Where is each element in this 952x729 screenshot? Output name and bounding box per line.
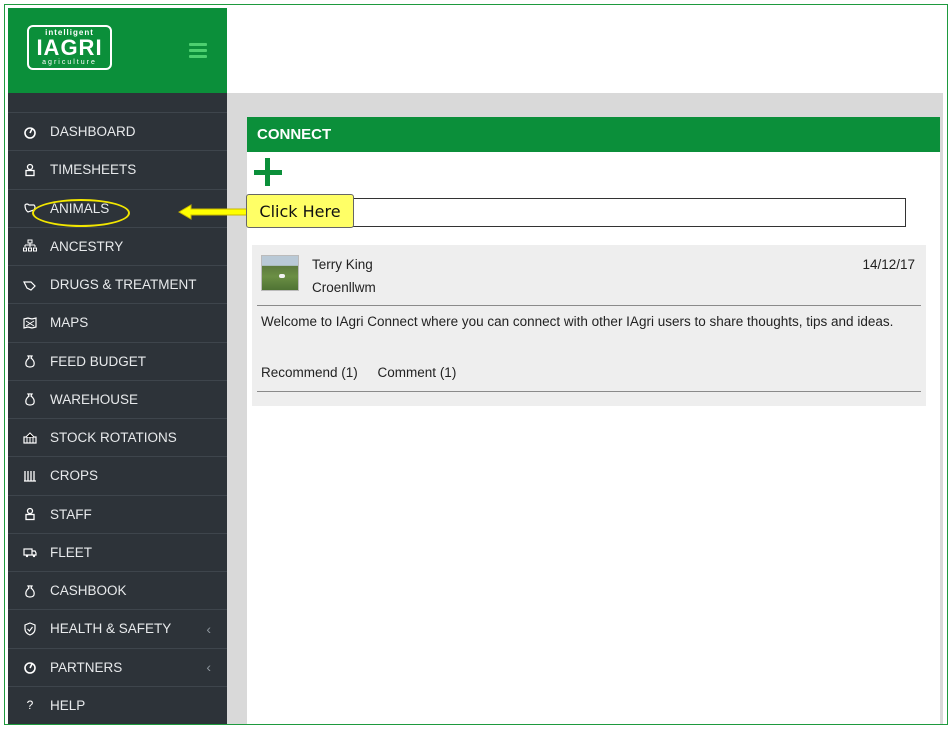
recommend-link[interactable]: Recommend (1) [261, 365, 358, 380]
sidebar-item-label: FLEET [50, 544, 93, 560]
sidebar-item-staff[interactable]: STAFF [8, 496, 227, 534]
treatment-icon [22, 277, 38, 293]
sidebar-item-label: DASHBOARD [50, 124, 136, 140]
crops-icon [22, 468, 38, 484]
brand-header: intelligent IAGRI agriculture [8, 8, 227, 93]
money-bag-icon [22, 353, 38, 369]
sidebar-item-label: STOCK ROTATIONS [50, 430, 177, 446]
highlight-ellipse [32, 199, 130, 227]
chevron-left-icon[interactable]: ‹ [206, 621, 211, 637]
sidebar-item-label: TIMESHEETS [50, 162, 137, 178]
money-bag-icon [22, 583, 38, 599]
avatar[interactable] [261, 255, 299, 291]
logo-main-text: IAGRI [36, 35, 103, 60]
sidebar-item-crops[interactable]: CROPS [8, 457, 227, 496]
sidebar-item-label: ANCESTRY [50, 238, 124, 254]
sidebar-item-stock-rotations[interactable]: STOCK ROTATIONS [8, 419, 227, 458]
sidebar-item-label: STAFF [50, 506, 92, 522]
sidebar-item-ancestry[interactable]: ANCESTRY [8, 228, 227, 266]
comment-link[interactable]: Comment (1) [378, 365, 457, 380]
sidebar-item-label: DRUGS & TREATMENT [50, 277, 197, 293]
chevron-left-icon[interactable]: ‹ [206, 659, 211, 675]
sidebar-item-fleet[interactable]: FLEET [8, 534, 227, 572]
sidebar-item-warehouse[interactable]: WAREHOUSE [8, 381, 227, 419]
top-bar [227, 8, 943, 93]
post-farm: Croenllwm [312, 280, 376, 295]
divider [257, 391, 921, 392]
question-icon: ? [26, 698, 34, 713]
truck-icon [22, 544, 38, 560]
dashboard-icon [22, 659, 38, 675]
sidebar: intelligent IAGRI agriculture DASHBOARD … [8, 8, 227, 724]
sidebar-item-dashboard[interactable]: DASHBOARD [8, 113, 227, 152]
dashboard-icon [22, 124, 38, 140]
divider [257, 305, 921, 306]
app-window: intelligent IAGRI agriculture DASHBOARD … [4, 4, 948, 725]
sidebar-item-partners[interactable]: PARTNERS ‹ [8, 649, 227, 687]
sidebar-item-help[interactable]: ? HELP [8, 687, 227, 724]
rotation-icon [22, 430, 38, 446]
person-icon [22, 162, 38, 178]
sidebar-item-label: FEED BUDGET [50, 353, 147, 369]
iagri-logo[interactable]: intelligent IAGRI agriculture [27, 25, 112, 70]
sidebar-item-health-safety[interactable]: HEALTH & SAFETY ‹ [8, 610, 227, 649]
pointer-arrow-icon [178, 204, 248, 220]
sidebar-item-cashbook[interactable]: CASHBOOK [8, 572, 227, 611]
panel-title: CONNECT [257, 126, 332, 143]
sidebar-item-label: HEALTH & SAFETY [50, 621, 172, 637]
sidebar-item-label: PARTNERS [50, 659, 123, 675]
connect-panel-header: CONNECT [247, 117, 940, 152]
sidebar-item-timesheets[interactable]: TIMESHEETS [8, 151, 227, 190]
sitemap-icon [22, 238, 38, 254]
click-here-callout: Click Here [246, 194, 354, 228]
sidebar-item-label: HELP [50, 697, 86, 713]
logo-bottom-text: agriculture [42, 59, 97, 66]
post-actions: Recommend (1) Comment (1) [261, 365, 472, 380]
sidebar-item-label: CASHBOOK [50, 583, 127, 599]
post-body: Welcome to IAgri Connect where you can c… [261, 314, 894, 329]
post-author[interactable]: Terry King [312, 257, 373, 272]
sidebar-item-label: CROPS [50, 468, 99, 484]
sidebar-item-label: WAREHOUSE [50, 391, 139, 407]
person-icon [22, 506, 38, 522]
hamburger-menu-icon[interactable] [189, 43, 207, 58]
post-date: 14/12/17 [862, 257, 915, 272]
sidebar-item-feed-budget[interactable]: FEED BUDGET [8, 343, 227, 381]
add-post-plus-icon[interactable] [253, 157, 283, 187]
shield-icon [22, 621, 38, 637]
post-card: Terry King Croenllwm 14/12/17 Welcome to… [252, 245, 926, 406]
sidebar-item-maps[interactable]: MAPS [8, 304, 227, 343]
money-bag-icon [22, 391, 38, 407]
sidebar-item-label: MAPS [50, 315, 89, 331]
sidebar-item-drugs-treatment[interactable]: DRUGS & TREATMENT [8, 266, 227, 305]
map-icon [22, 315, 38, 331]
